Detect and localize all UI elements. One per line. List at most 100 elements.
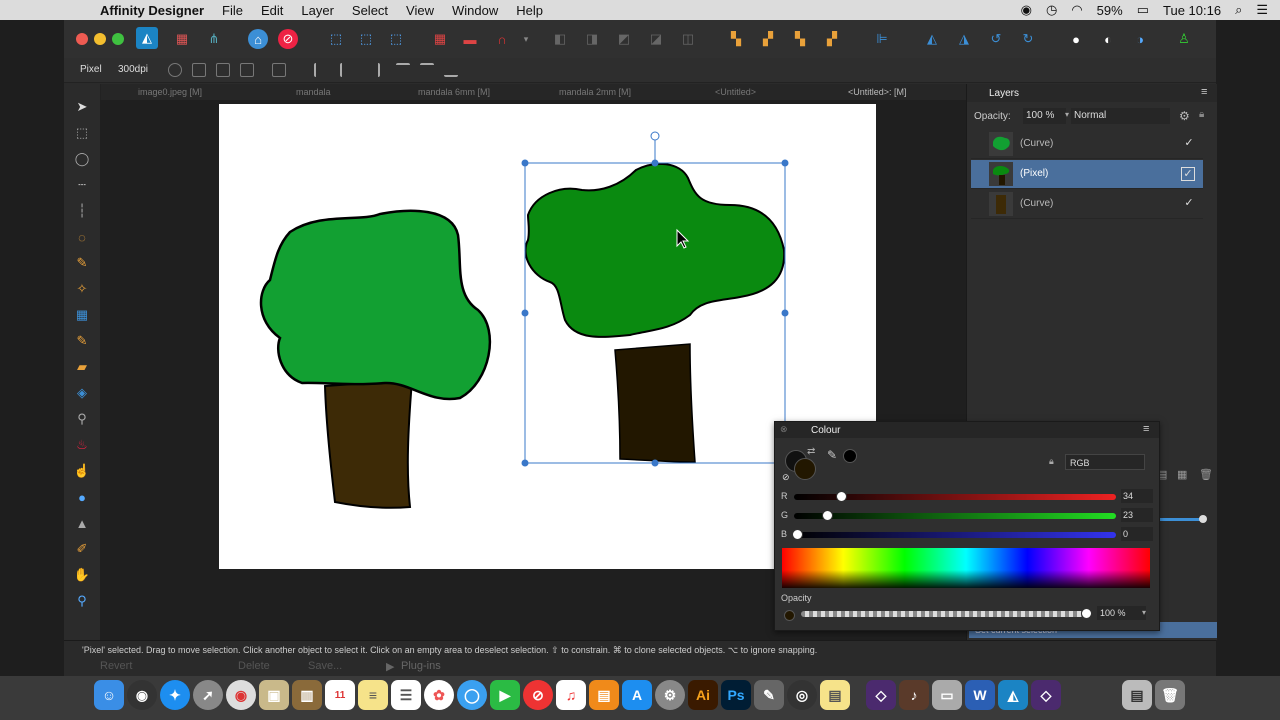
- opacity-color-dot: [784, 610, 795, 621]
- opacity-field[interactable]: 100 %: [1023, 108, 1066, 124]
- swap-colors-icon[interactable]: ⇄: [807, 446, 815, 457]
- lock-icon[interactable]: 🔒︎: [1199, 109, 1204, 120]
- panel-slider[interactable]: [1157, 518, 1203, 521]
- lock-color-icon[interactable]: 🔒︎: [1049, 456, 1054, 467]
- resize-handle-tc: [651, 159, 659, 167]
- stickies-icon[interactable]: ▤: [820, 680, 850, 710]
- left-tree-canopy: [259, 209, 492, 401]
- stroke-swatch[interactable]: [794, 458, 816, 480]
- launchpad-icon[interactable]: ➚: [193, 680, 223, 710]
- rotation-handle: [650, 131, 660, 141]
- quicktime-icon[interactable]: ◎: [787, 680, 817, 710]
- layer-visibility-checkbox[interactable]: ✓: [1181, 167, 1195, 181]
- safari-icon[interactable]: ✦: [160, 680, 190, 710]
- b-slider[interactable]: [792, 529, 1116, 540]
- opacity-slider[interactable]: [801, 608, 1092, 619]
- facetime-icon[interactable]: ▶: [490, 680, 520, 710]
- resize-handle-ml: [521, 309, 529, 317]
- blend-mode-select[interactable]: Normal: [1071, 108, 1170, 124]
- resize-handle-bl: [521, 459, 529, 467]
- panel-menu-icon[interactable]: ≡: [1201, 86, 1207, 98]
- b-label: B: [781, 529, 788, 539]
- g-slider-knob[interactable]: [822, 510, 833, 521]
- opacity-slider-knob[interactable]: [1081, 608, 1092, 619]
- affinity-photo-icon[interactable]: ◇: [866, 680, 896, 710]
- trash-icon[interactable]: 🗑︎: [1155, 680, 1185, 710]
- illustrator-icon[interactable]: Ai: [688, 680, 718, 710]
- calendar-icon[interactable]: 11: [325, 680, 355, 710]
- plugins-disclosure-icon[interactable]: ▶: [386, 660, 394, 673]
- layer-name: (Curve): [1020, 198, 1054, 209]
- resize-handle-mr: [781, 309, 789, 317]
- delete-layer-icon[interactable]: 🗑︎: [1199, 468, 1213, 481]
- b-slider-knob[interactable]: [792, 529, 803, 540]
- colour-panel-title[interactable]: Colour: [811, 425, 840, 436]
- r-label: R: [781, 491, 788, 501]
- mac-dock: ☺ ◉ ✦ ➚ ◉ ▣ ▥ 11 ≡ ☰ ✿ ◯ ▶ ⊘ ♫ ▤ A ⚙ Ai …: [0, 676, 1280, 720]
- g-slider[interactable]: [794, 510, 1116, 521]
- b-value-field[interactable]: 0: [1121, 527, 1153, 541]
- system-preferences-icon[interactable]: ⚙: [655, 680, 685, 710]
- r-slider-knob[interactable]: [836, 491, 847, 502]
- layers-panel-title[interactable]: Layers: [989, 88, 1019, 99]
- music-icon[interactable]: ♫: [556, 680, 586, 710]
- notes-icon[interactable]: ≡: [358, 680, 388, 710]
- instruments-icon[interactable]: ♪: [899, 680, 929, 710]
- delete-button[interactable]: Delete: [238, 660, 270, 672]
- affinity-designer-icon[interactable]: ◭: [998, 680, 1028, 710]
- right-tree-canopy: [524, 162, 786, 338]
- opacity-dropdown-icon[interactable]: ▾: [1065, 110, 1069, 119]
- app-store-icon[interactable]: A: [622, 680, 652, 710]
- messages-icon[interactable]: ◯: [457, 680, 487, 710]
- revert-button[interactable]: Revert: [100, 660, 132, 672]
- layer-visibility-checkbox[interactable]: ✓: [1183, 137, 1195, 149]
- siri-icon[interactable]: ◉: [127, 680, 157, 710]
- photos-icon[interactable]: ✿: [424, 680, 454, 710]
- layer-name: (Curve): [1020, 138, 1054, 149]
- opacity-label: Opacity: [781, 593, 812, 603]
- preview-icon[interactable]: ▣: [259, 680, 289, 710]
- notes-book-icon[interactable]: ▥: [292, 680, 322, 710]
- picked-color-swatch[interactable]: [843, 449, 857, 463]
- colour-panel-menu-icon[interactable]: ≡: [1143, 423, 1149, 435]
- finder-icon[interactable]: ☺: [94, 680, 124, 710]
- books-icon[interactable]: ▤: [589, 680, 619, 710]
- layer-row-selected[interactable]: (Pixel) ✓: [971, 160, 1203, 189]
- status-text: 'Pixel' selected. Drag to move selection…: [82, 645, 818, 655]
- layer-row[interactable]: (Curve) ✓: [971, 130, 1203, 159]
- colour-spectrum[interactable]: [782, 548, 1150, 588]
- plugins-label[interactable]: Plug-ins: [401, 660, 441, 672]
- opacity-dropdown-icon[interactable]: ▾: [1142, 608, 1146, 617]
- pencil-app-icon[interactable]: ✎: [754, 680, 784, 710]
- affinity-publisher-icon[interactable]: ◇: [1031, 680, 1061, 710]
- eyedropper-icon[interactable]: ✎: [827, 448, 837, 462]
- g-value-field[interactable]: 23: [1121, 508, 1153, 522]
- background-window-strip: Revert Delete Save... ▶ Plug-ins: [64, 660, 1216, 676]
- r-value-field[interactable]: 34: [1121, 489, 1153, 503]
- group-layer-icon[interactable]: ▦: [1177, 468, 1187, 481]
- word-icon[interactable]: W: [965, 680, 995, 710]
- layer-thumbnail: [989, 132, 1013, 156]
- downloads-stack-icon[interactable]: ▤: [1122, 680, 1152, 710]
- reminders-icon[interactable]: ☰: [391, 680, 421, 710]
- close-panel-icon[interactable]: ⊗: [780, 424, 788, 435]
- right-tree-trunk: [614, 343, 696, 463]
- layer-name: (Pixel): [1020, 168, 1049, 179]
- r-slider[interactable]: [794, 491, 1116, 502]
- photoshop-icon[interactable]: Ps: [721, 680, 751, 710]
- resize-handle-bc: [651, 459, 659, 467]
- layer-row[interactable]: (Curve) ✓: [971, 190, 1203, 219]
- no-color-icon[interactable]: ⊘: [782, 472, 790, 483]
- layer-visibility-checkbox[interactable]: ✓: [1183, 197, 1195, 209]
- layer-settings-gear-icon[interactable]: ⚙: [1179, 109, 1190, 123]
- colour-model-select[interactable]: RGB: [1065, 454, 1145, 470]
- colour-panel: ⊗ Colour ≡ ⇄ ⊘ ✎ 🔒︎ RGB R 34 G 23 B 0 Op…: [774, 421, 1160, 631]
- status-bar: 'Pixel' selected. Drag to move selection…: [64, 640, 1216, 661]
- news-icon[interactable]: ⊘: [523, 680, 553, 710]
- chrome-icon[interactable]: ◉: [226, 680, 256, 710]
- image-capture-icon[interactable]: ▭: [932, 680, 962, 710]
- panel-slider-knob[interactable]: [1199, 515, 1207, 523]
- g-label: G: [781, 510, 789, 520]
- save-button[interactable]: Save...: [308, 660, 342, 672]
- opacity-value-field[interactable]: 100 %: [1097, 606, 1146, 620]
